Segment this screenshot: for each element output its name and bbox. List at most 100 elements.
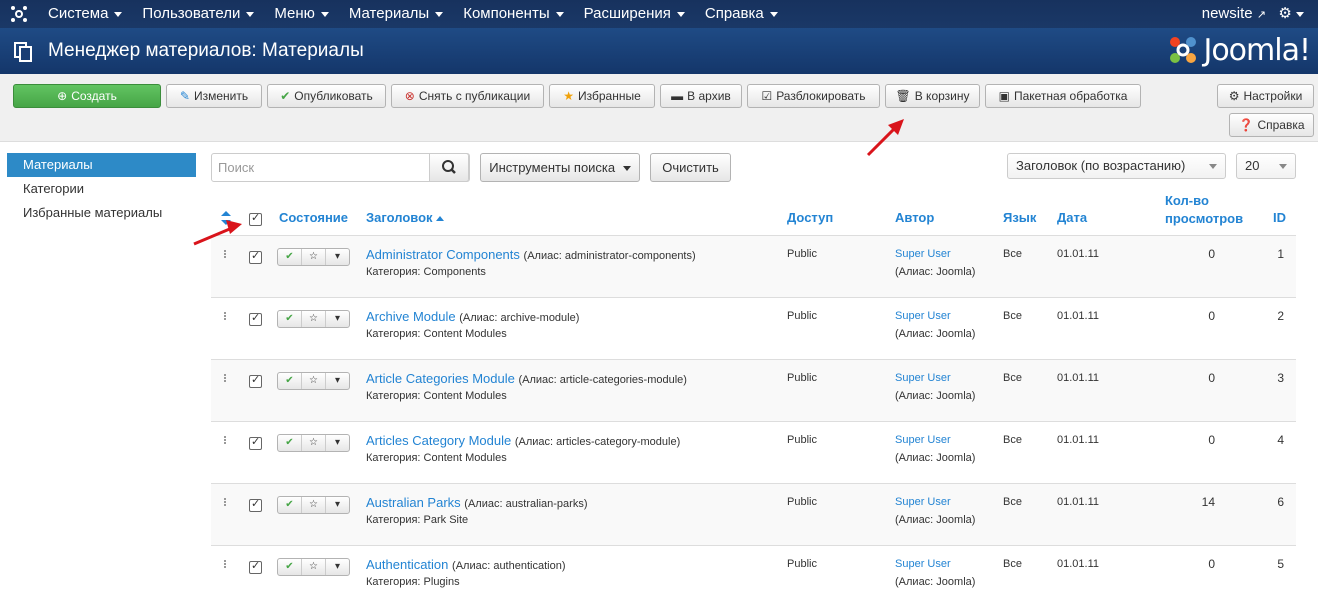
column-date[interactable]: Дата (1057, 210, 1087, 225)
column-access[interactable]: Доступ (787, 210, 833, 225)
article-title-link[interactable]: Authentication (366, 557, 448, 572)
article-title-link[interactable]: Archive Module (366, 309, 456, 324)
row-checkbox[interactable] (249, 311, 262, 326)
published-toggle[interactable]: ✔ (278, 497, 302, 513)
published-toggle[interactable]: ✔ (278, 373, 302, 389)
featured-toggle[interactable]: ☆ (302, 559, 326, 575)
row-actions-dropdown[interactable]: ▾ (326, 559, 349, 575)
featured-toggle[interactable]: ☆ (302, 435, 326, 451)
row-checkbox[interactable] (249, 249, 262, 264)
row-checkbox[interactable] (249, 559, 262, 574)
language: Все (1003, 372, 1022, 384)
article-title-link[interactable]: Administrator Components (366, 247, 520, 262)
menu-help[interactable]: Справка (695, 0, 788, 28)
page-header: Менеджер материалов: Материалы Joomla! (0, 28, 1318, 74)
published-toggle[interactable]: ✔ (278, 435, 302, 451)
clear-button[interactable]: Очистить (650, 153, 731, 182)
featured-toggle[interactable]: ☆ (302, 373, 326, 389)
row-actions-dropdown[interactable]: ▾ (326, 311, 349, 327)
archive-button[interactable]: ▬ В архив (660, 84, 742, 108)
menu-components[interactable]: Компоненты (453, 0, 573, 28)
row-actions-dropdown[interactable]: ▾ (326, 435, 349, 451)
row-actions-dropdown[interactable]: ▾ (326, 249, 349, 265)
ordering-select[interactable]: Заголовок (по возрастанию) (1007, 153, 1226, 179)
published-toggle[interactable]: ✔ (278, 311, 302, 327)
select-arrow-icon (1279, 164, 1287, 169)
table-row: ✔☆▾ Australian Parks (Алиас: australian-… (211, 483, 1296, 545)
options-button[interactable]: ⚙ Настройки (1217, 84, 1314, 108)
unpublish-button[interactable]: ⊗ Снять с публикации (391, 84, 544, 108)
column-language[interactable]: Язык (1003, 210, 1036, 225)
author-link[interactable]: Super User (895, 372, 951, 384)
row-checkbox[interactable] (249, 373, 262, 388)
row-checkbox[interactable] (249, 497, 262, 512)
status-controls: ✔ ☆ ▾ (277, 310, 350, 328)
featured-toggle[interactable]: ☆ (302, 497, 326, 513)
article-alias: (Алиас: archive-module) (459, 312, 580, 324)
drag-handle-icon[interactable] (224, 250, 228, 260)
drag-handle-icon[interactable] (224, 560, 228, 570)
drag-handle-icon[interactable] (224, 436, 228, 446)
article-category: Категория: Content Modules (366, 328, 507, 340)
featured-toggle[interactable]: ☆ (302, 249, 326, 265)
sidebar-item-featured[interactable]: Избранные материалы (7, 201, 196, 225)
table-row: ✔☆▾ Administrator Components (Алиас: adm… (211, 235, 1296, 297)
row-checkbox[interactable] (249, 435, 262, 450)
caret-down-icon (114, 11, 123, 17)
drag-handle-icon[interactable] (224, 498, 228, 508)
article-title-link[interactable]: Australian Parks (366, 495, 461, 510)
table-row: ✔☆▾ Authentication (Алиас: authenticatio… (211, 545, 1296, 604)
menu-menus[interactable]: Меню (264, 0, 339, 28)
search-icon (442, 160, 456, 174)
search-button[interactable] (429, 153, 469, 182)
article-alias: (Алиас: article-categories-module) (518, 374, 687, 386)
author-alias: (Алиас: Joomla) (895, 576, 976, 588)
published-toggle[interactable]: ✔ (278, 559, 302, 575)
search-input[interactable] (212, 154, 431, 181)
author-link[interactable]: Super User (895, 248, 951, 260)
search-bar (211, 153, 470, 182)
author-link[interactable]: Super User (895, 496, 951, 508)
author-link[interactable]: Super User (895, 310, 951, 322)
gear-icon: ⚙ (1278, 5, 1292, 22)
article-title-link[interactable]: Articles Category Module (366, 433, 511, 448)
menu-system[interactable]: Система (38, 0, 132, 28)
author-link[interactable]: Super User (895, 434, 951, 446)
status-controls: ✔ ☆ ▾ (277, 558, 350, 576)
checkin-button[interactable]: ☑ Разблокировать (747, 84, 880, 108)
batch-button[interactable]: ▣ Пакетная обработка (985, 84, 1141, 108)
sidebar-item-articles[interactable]: Материалы (7, 153, 196, 177)
article-alias: (Алиас: australian-parks) (464, 498, 588, 510)
sidebar-item-categories[interactable]: Категории (7, 177, 196, 201)
article-id: 5 (1277, 557, 1284, 571)
help-button[interactable]: ❓ Справка (1229, 113, 1314, 137)
menu-users[interactable]: Пользователи (132, 0, 264, 28)
joomla-icon[interactable] (10, 5, 28, 23)
settings-menu[interactable]: ⚙ (1278, 0, 1304, 28)
column-hits[interactable]: Кол-во просмотров (1165, 192, 1243, 228)
row-actions-dropdown[interactable]: ▾ (326, 373, 349, 389)
unpublish-icon: ⊗ (404, 89, 415, 103)
menu-content[interactable]: Материалы (339, 0, 453, 28)
featured-toggle[interactable]: ☆ (302, 311, 326, 327)
create-button[interactable]: ⊕ Создать (13, 84, 161, 108)
column-id[interactable]: ID (1273, 210, 1286, 225)
publish-button[interactable]: ✔ Опубликовать (267, 84, 386, 108)
select-all-checkbox[interactable] (249, 211, 262, 226)
published-toggle[interactable]: ✔ (278, 249, 302, 265)
menu-extensions[interactable]: Расширения (574, 0, 695, 28)
drag-handle-icon[interactable] (224, 312, 228, 322)
article-title-link[interactable]: Article Categories Module (366, 371, 515, 386)
edit-button[interactable]: ✎ Изменить (166, 84, 262, 108)
search-tools-button[interactable]: Инструменты поиска (480, 153, 640, 182)
row-actions-dropdown[interactable]: ▾ (326, 497, 349, 513)
column-author[interactable]: Автор (895, 210, 934, 225)
featured-button[interactable]: ★ Избранные (549, 84, 655, 108)
drag-handle-icon[interactable] (224, 374, 228, 384)
column-status[interactable]: Состояние (279, 210, 348, 225)
trash-button[interactable]: 🗑 В корзину (885, 84, 980, 108)
column-title[interactable]: Заголовок (366, 210, 445, 225)
site-link[interactable]: newsite ↗ (1202, 0, 1266, 29)
author-link[interactable]: Super User (895, 558, 951, 570)
limit-select[interactable]: 20 (1236, 153, 1296, 179)
